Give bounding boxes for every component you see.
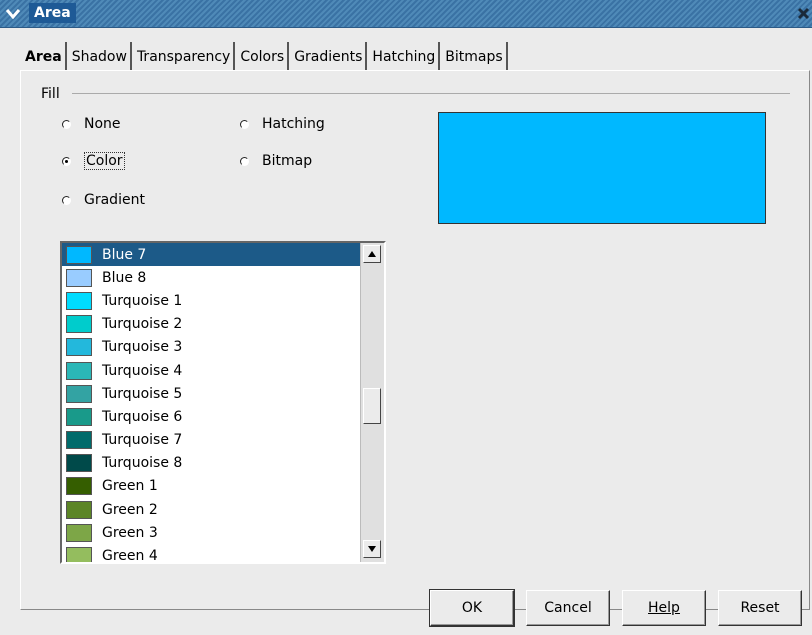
color-swatch	[66, 547, 92, 562]
help-button[interactable]: Help	[622, 590, 706, 626]
fill-color-radio[interactable]: Color	[62, 151, 125, 171]
radio-indicator	[240, 156, 249, 166]
color-list-scrollbar[interactable]	[360, 243, 384, 562]
color-swatch	[66, 523, 92, 542]
tabs: Area Shadow Transparency Colors Gradient…	[22, 42, 510, 70]
fill-hatching-radio[interactable]: Hatching	[240, 114, 325, 134]
fill-gradient-label: Gradient	[84, 192, 145, 208]
chevron-down-icon[interactable]	[4, 4, 22, 22]
color-name: Turquoise 2	[102, 316, 183, 333]
color-list: Blue 7 Blue 8 Turquoise 1 Turquoise 2 Turquo…	[62, 243, 360, 564]
fill-bitmap-radio[interactable]: Bitmap	[240, 151, 312, 171]
tab-bitmaps[interactable]: Bitmaps	[442, 42, 508, 70]
tab-shadow[interactable]: Shadow	[69, 42, 132, 70]
color-list-item[interactable]: Turquoise 2	[62, 313, 360, 336]
fill-group-divider	[72, 93, 790, 94]
color-swatch	[66, 454, 92, 473]
fill-color-label: Color	[84, 152, 125, 170]
color-list-item[interactable]: Turquoise 7	[62, 429, 360, 452]
color-listbox[interactable]: Blue 7 Blue 8 Turquoise 1 Turquoise 2 Turquo…	[60, 241, 386, 564]
color-list-item[interactable]: Turquoise 6	[62, 405, 360, 428]
color-list-item[interactable]: Blue 7	[62, 243, 360, 267]
color-name: Turquoise 1	[102, 292, 183, 309]
color-swatch	[66, 361, 92, 380]
tab-area[interactable]: Area	[22, 42, 67, 70]
arrow-down-icon	[368, 546, 376, 552]
scroll-down-button[interactable]	[363, 540, 381, 558]
color-swatch	[66, 431, 92, 450]
fill-none-radio[interactable]: None	[62, 114, 121, 134]
radio-indicator	[62, 195, 71, 205]
radio-indicator	[62, 119, 71, 129]
color-list-item[interactable]: Green 3	[62, 521, 360, 544]
color-name: Turquoise 6	[102, 408, 183, 425]
help-label: Help	[648, 600, 680, 616]
fill-preview	[438, 112, 766, 224]
radio-indicator	[240, 119, 249, 129]
color-name: Green 3	[102, 524, 158, 541]
color-name: Turquoise 3	[102, 339, 183, 356]
color-list-item[interactable]: Turquoise 1	[62, 289, 360, 312]
color-swatch	[66, 268, 92, 287]
color-swatch	[66, 407, 92, 426]
scroll-up-button[interactable]	[363, 245, 381, 263]
reset-button[interactable]: Reset	[718, 590, 802, 626]
color-list-item[interactable]: Green 4	[62, 544, 360, 564]
arrow-up-icon	[368, 251, 376, 257]
fill-group-label: Fill	[41, 86, 64, 102]
color-list-item[interactable]: Turquoise 4	[62, 359, 360, 382]
color-swatch	[66, 291, 92, 310]
scroll-thumb[interactable]	[363, 388, 381, 425]
reset-label: Reset	[740, 600, 780, 616]
tab-gradients[interactable]: Gradients	[291, 42, 368, 70]
color-list-item[interactable]: Turquoise 3	[62, 336, 360, 359]
color-name: Turquoise 7	[102, 432, 183, 449]
color-list-item[interactable]: Green 2	[62, 498, 360, 521]
cancel-button[interactable]: Cancel	[526, 590, 610, 626]
color-name: Blue 8	[102, 269, 147, 286]
color-swatch	[66, 477, 92, 496]
color-name: Green 4	[102, 548, 158, 564]
tab-transparency[interactable]: Transparency	[134, 42, 236, 70]
fill-gradient-radio[interactable]: Gradient	[62, 190, 145, 210]
title-bar: Area	[0, 0, 812, 28]
color-swatch	[66, 384, 92, 403]
color-name: Blue 7	[102, 246, 147, 263]
color-name: Green 2	[102, 501, 158, 518]
color-swatch	[66, 338, 92, 357]
window-title: Area	[29, 3, 76, 23]
fill-hatching-label: Hatching	[262, 116, 325, 132]
color-list-item[interactable]: Turquoise 8	[62, 452, 360, 475]
color-name: Turquoise 4	[102, 362, 183, 379]
color-swatch	[66, 245, 92, 264]
color-list-item[interactable]: Turquoise 5	[62, 382, 360, 405]
tab-hatching[interactable]: Hatching	[369, 42, 441, 70]
color-name: Green 1	[102, 478, 158, 495]
radio-indicator-checked	[62, 156, 71, 166]
tab-colors[interactable]: Colors	[237, 42, 290, 70]
color-list-item[interactable]: Blue 8	[62, 266, 360, 289]
color-name: Turquoise 5	[102, 385, 183, 402]
color-swatch	[66, 500, 92, 519]
color-swatch	[66, 315, 92, 334]
color-list-item[interactable]: Green 1	[62, 475, 360, 498]
fill-bitmap-label: Bitmap	[262, 153, 313, 169]
color-name: Turquoise 8	[102, 455, 183, 472]
close-icon[interactable]	[794, 4, 812, 22]
fill-none-label: None	[84, 116, 121, 132]
ok-button[interactable]: OK	[429, 589, 515, 627]
